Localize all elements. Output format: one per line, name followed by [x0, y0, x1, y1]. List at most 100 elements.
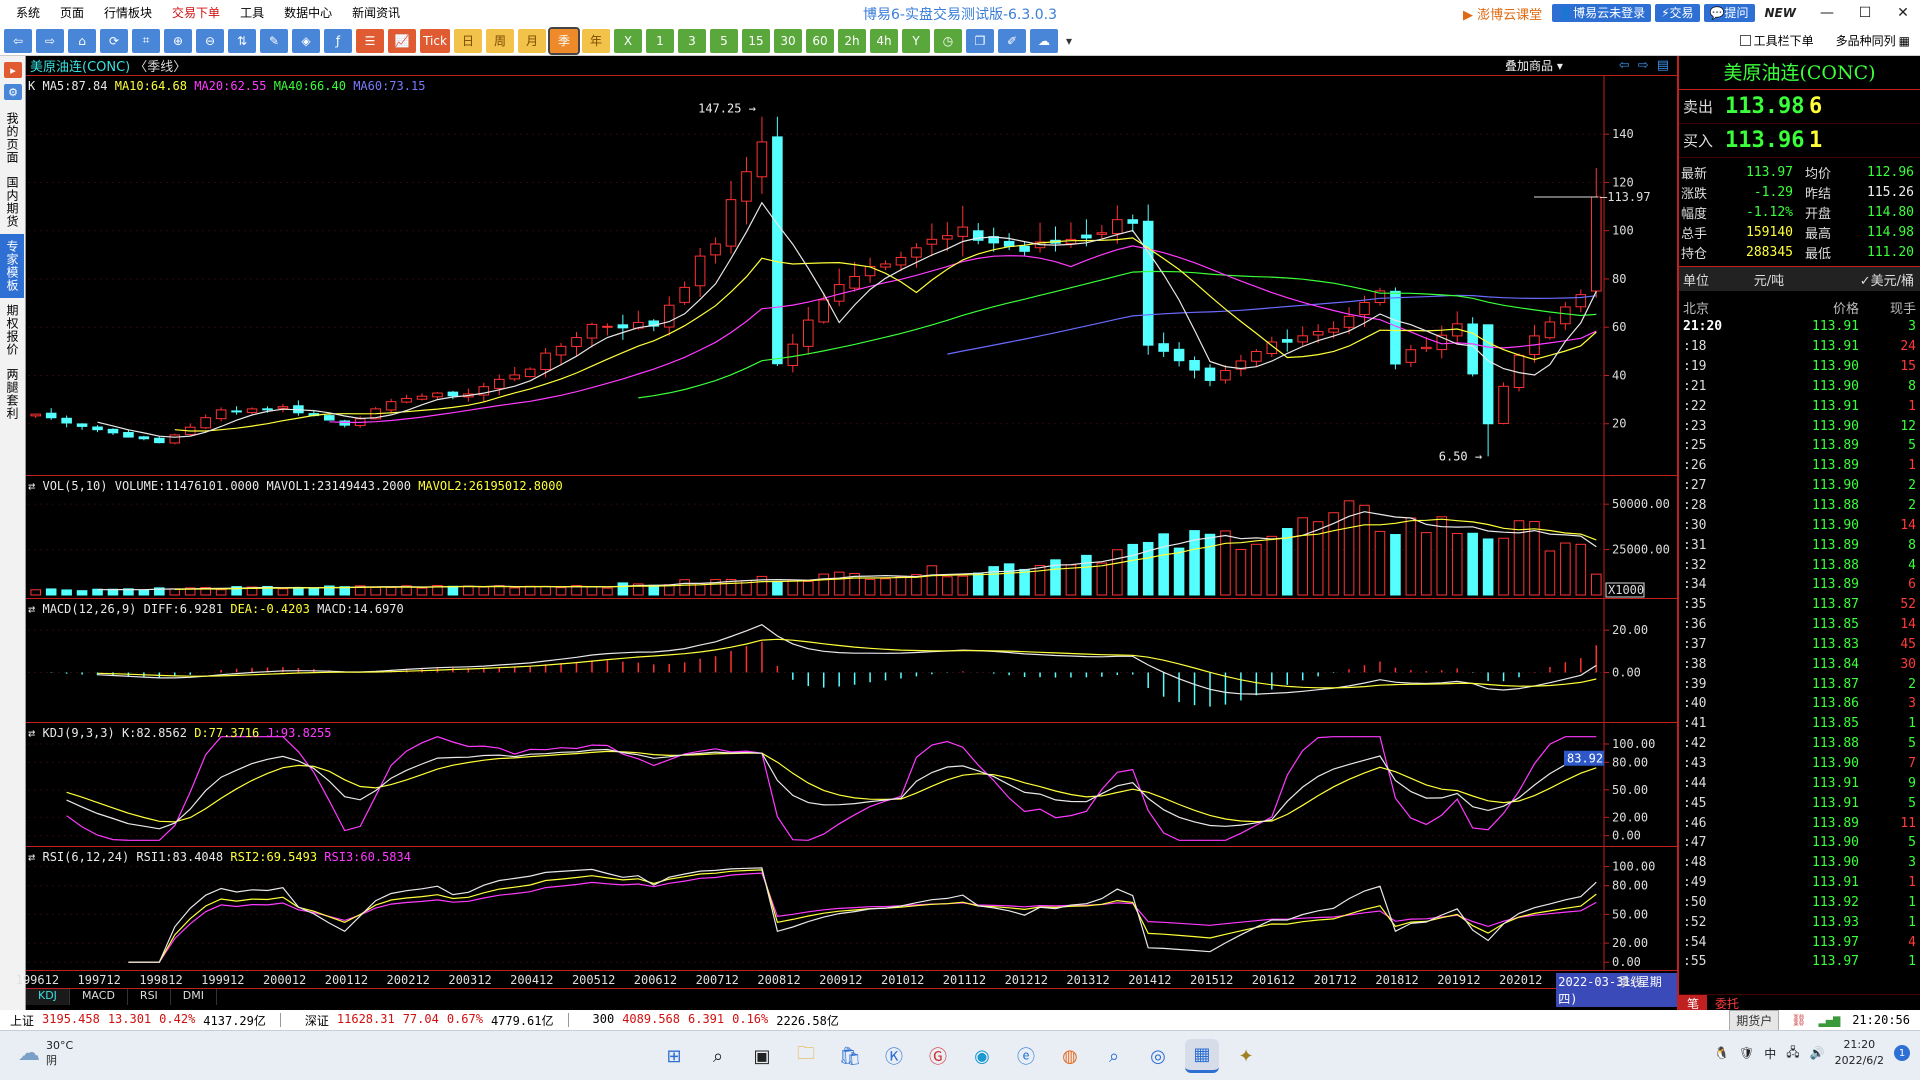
k-app-icon[interactable]: Ⓚ	[877, 1039, 911, 1073]
search-app-icon[interactable]: ⌕	[1097, 1039, 1131, 1073]
unit-usd[interactable]: ✓美元/桶	[1819, 270, 1920, 289]
kline-pane[interactable]: 140 120 100 80 60 40 20 147.25 → 6.50 → —113.97 K…	[26, 76, 1677, 476]
minimize-icon[interactable]: —	[1810, 0, 1844, 26]
weather-widget[interactable]: ☁ 30°C 阴	[18, 1039, 73, 1068]
ask-button[interactable]: 💬提问	[1703, 4, 1755, 22]
trade-button[interactable]: ⚡交易	[1655, 4, 1700, 22]
menu-market-sector[interactable]: 行情板块	[94, 0, 162, 26]
back-icon[interactable]: ⇦	[4, 28, 32, 53]
tab-ticks[interactable]: 笔	[1679, 995, 1708, 1011]
home-icon[interactable]: ⌂	[68, 28, 96, 53]
sidebar-tab-my-page[interactable]: 我的页面	[0, 106, 24, 170]
maximize-icon[interactable]: ☐	[1848, 0, 1882, 26]
rsi-pane[interactable]: 100.00 80.00 50.00 20.00 0.00 ⇄ RSI(6,12,24)…	[26, 847, 1677, 971]
period-week[interactable]: 周	[486, 28, 514, 53]
prev-icon[interactable]: ⇦	[1619, 58, 1630, 73]
task-view-icon[interactable]: ▣	[745, 1039, 779, 1073]
search-icon[interactable]: ⌕	[701, 1039, 735, 1073]
macd-pane[interactable]: 20.00 0.00 ⇄ MACD(12,26,9) DIFF:6.9281 DE…	[26, 599, 1677, 723]
menu-news[interactable]: 新闻资讯	[342, 0, 410, 26]
draw-icon[interactable]: ✐	[998, 28, 1026, 53]
menu-trade-order[interactable]: 交易下单	[162, 0, 230, 26]
period-month[interactable]: 月	[518, 28, 546, 53]
tag-icon[interactable]: ◈	[292, 28, 320, 53]
refresh-icon[interactable]: ⟳	[100, 28, 128, 53]
zoom-in-icon[interactable]: ⊕	[164, 28, 192, 53]
period-tick[interactable]: Tick	[420, 28, 450, 53]
new-badge[interactable]: NEW	[1765, 6, 1796, 20]
qq-icon[interactable]: 🐧	[1714, 1046, 1729, 1060]
window-icon[interactable]: ▤	[1657, 58, 1669, 73]
period-quarter[interactable]: 季	[548, 26, 580, 55]
volume-icon[interactable]: 🔊	[1810, 1046, 1825, 1060]
minute-2h[interactable]: 2h	[838, 28, 866, 53]
sidebar-tab-expert-template[interactable]: 专家模板	[0, 234, 24, 298]
chart-area[interactable]: 美原油连(CONC) 〈季线〉 叠加商品 ▾ ⇦ ⇨ ▤ 140 120 100 80…	[16, 56, 1678, 1010]
index-sz[interactable]: 深证 11628.31 77.04 0.67% 4779.61亿	[305, 1012, 554, 1029]
kdj-pane[interactable]: 100.00 80.00 50.00 20.00 0.00 83.92 ⇄ KDJ(9,3…	[26, 723, 1677, 847]
boyi-app-icon[interactable]: ▦	[1185, 1039, 1219, 1073]
tab-dmi[interactable]: DMI	[171, 989, 218, 1005]
period-year[interactable]: 年	[582, 28, 610, 53]
index-sh[interactable]: 上证 3195.458 13.301 0.42% 4137.29亿	[10, 1012, 266, 1029]
file-explorer-icon[interactable]: 🗀	[789, 1039, 823, 1073]
tab-macd[interactable]: MACD	[70, 989, 128, 1005]
ask-row[interactable]: 卖出 113.98 6	[1679, 90, 1920, 124]
sidebar-tab-spread[interactable]: 两腿套利	[0, 362, 24, 426]
unit-cny[interactable]: 元/吨	[1719, 270, 1819, 289]
ie-icon[interactable]: ⓔ	[1009, 1039, 1043, 1073]
chart-symbol[interactable]: 美原油连(CONC)	[30, 56, 130, 75]
tab-orders[interactable]: 委托	[1707, 995, 1747, 1011]
tab-kdj[interactable]: KDJ	[26, 989, 70, 1005]
formula-icon[interactable]: ƒ	[324, 28, 352, 53]
settings-icon[interactable]: ⚙	[4, 84, 22, 100]
menu-data-center[interactable]: 数据中心	[274, 0, 342, 26]
volume-pane[interactable]: 50000.00 25000.00 X1000 ⇄ VOL(5,10) VOLUME…	[26, 476, 1677, 599]
expand-icon[interactable]: ▸	[4, 62, 22, 78]
cloud-login-button[interactable]: 👤博易云未登录	[1552, 4, 1652, 22]
cloud-icon[interactable]: ☁	[1030, 28, 1058, 53]
minute-3[interactable]: 3	[678, 28, 706, 53]
minute-4h[interactable]: 4h	[870, 28, 898, 53]
account-button[interactable]: 期货户	[1729, 1009, 1780, 1031]
pen-icon[interactable]: ✎	[260, 28, 288, 53]
minute-15[interactable]: 15	[742, 28, 770, 53]
zoom-out-icon[interactable]: ⊖	[196, 28, 224, 53]
sidebar-tab-domestic-futures[interactable]: 国内期货	[0, 170, 24, 234]
tab-rsi[interactable]: RSI	[128, 989, 171, 1005]
clock-icon[interactable]: ◷	[934, 28, 962, 53]
course-link[interactable]: ▶ 澎博云课堂	[1463, 4, 1542, 23]
browser-icon[interactable]: ◎	[1141, 1039, 1175, 1073]
menu-tools[interactable]: 工具	[230, 0, 274, 26]
bid-row[interactable]: 买入 113.96 1	[1679, 124, 1920, 158]
toolbar-order-toggle[interactable]: 工具栏下单	[1739, 32, 1814, 49]
minute-5[interactable]: 5	[710, 28, 738, 53]
minute-x[interactable]: X	[614, 28, 642, 53]
minute-y[interactable]: Y	[902, 28, 930, 53]
sort-icon[interactable]: ⇅	[228, 28, 256, 53]
notification-badge[interactable]: 1	[1894, 1045, 1910, 1061]
period-day[interactable]: 日	[454, 28, 482, 53]
overlay-commodity-button[interactable]: 叠加商品 ▾	[1505, 57, 1563, 74]
list-icon[interactable]: ☰	[356, 28, 384, 53]
edge-icon[interactable]: ◉	[965, 1039, 999, 1073]
sidebar-tab-options[interactable]: 期权报价	[0, 298, 24, 362]
close-icon[interactable]: ✕	[1886, 0, 1920, 26]
toolbar-more-icon[interactable]: ▾	[1066, 34, 1072, 48]
firefox-icon[interactable]: ◍	[1053, 1039, 1087, 1073]
layers-icon[interactable]: ❐	[966, 28, 994, 53]
network-icon[interactable]: 🖧	[1786, 1043, 1799, 1064]
multi-product-toggle[interactable]: 多品种同列 ▦	[1836, 32, 1910, 49]
quote-title[interactable]: 美原油连(CONC)	[1679, 56, 1920, 90]
chart-icon[interactable]: 📈	[388, 28, 416, 53]
minute-30[interactable]: 30	[774, 28, 802, 53]
link-icon[interactable]: ⛓	[1791, 1013, 1806, 1027]
g-app-icon[interactable]: Ⓖ	[921, 1039, 955, 1073]
ime-icon[interactable]: 中	[1764, 1045, 1776, 1062]
menu-system[interactable]: 系统	[6, 0, 50, 26]
minute-60[interactable]: 60	[806, 28, 834, 53]
minute-1[interactable]: 1	[646, 28, 674, 53]
misc-app-icon[interactable]: ✦	[1229, 1039, 1263, 1073]
menu-page[interactable]: 页面	[50, 0, 94, 26]
index-hs300[interactable]: 300 4089.568 6.391 0.16% 2226.58亿	[593, 1012, 839, 1029]
